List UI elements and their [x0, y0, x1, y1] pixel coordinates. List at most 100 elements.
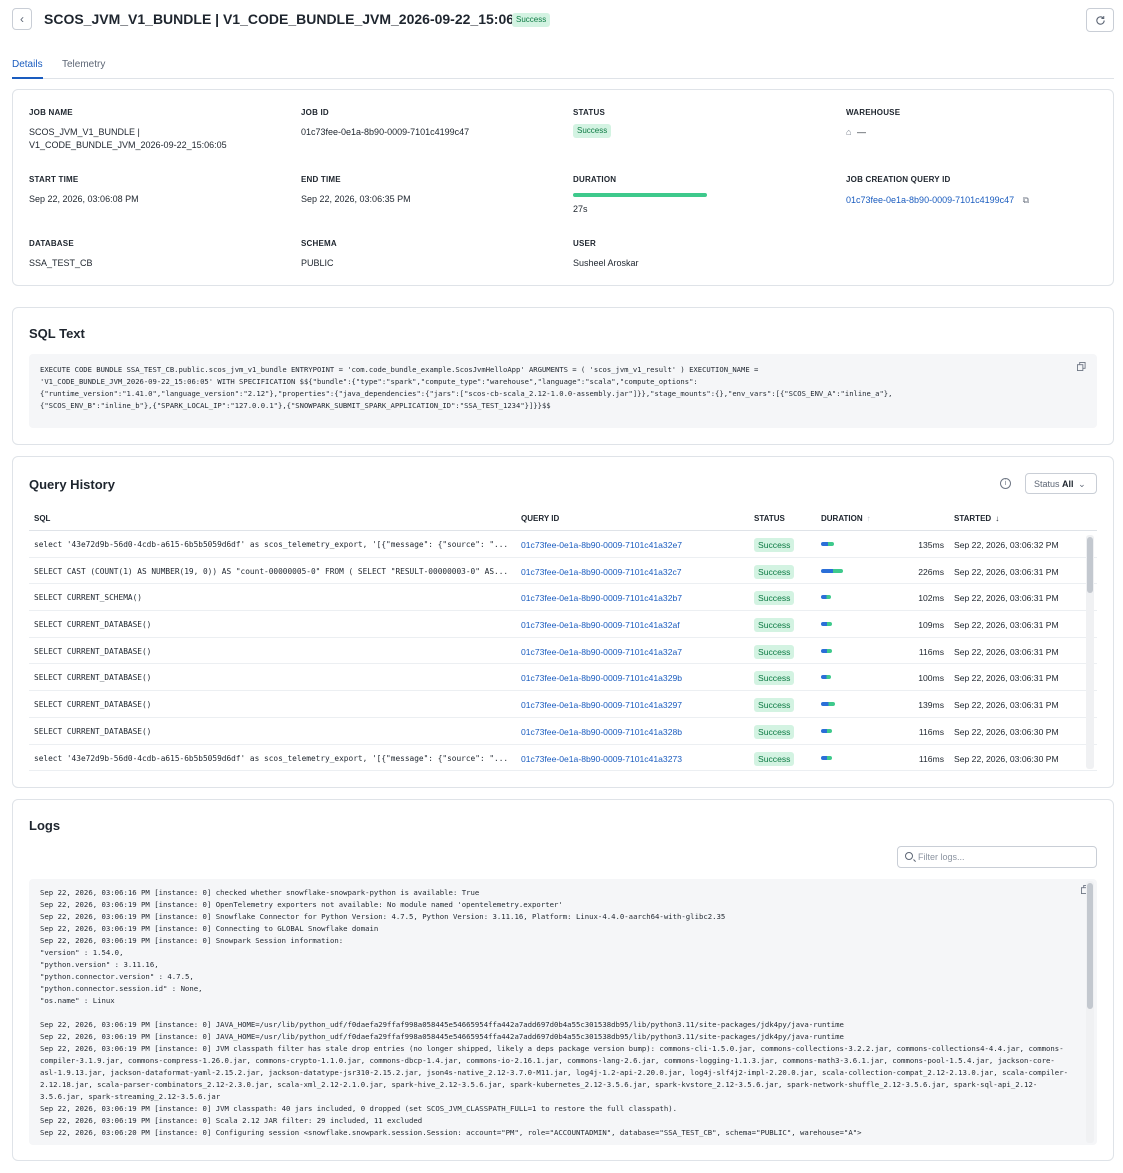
log-line: "python.connector.session.id" : None, [40, 984, 203, 993]
job-creation-query-id-row: 01c73fee-0e1a-8b90-0009-7101c4199c47 ⧉ [846, 194, 1029, 207]
sort-arrow-icon: ↓ [995, 514, 1000, 523]
sql-line: 'V1_CODE_BUNDLE_JVM_2026-09-22_15:06:05'… [40, 377, 698, 386]
row-query-id-link[interactable]: 01c73fee-0e1a-8b90-0009-7101c41a329b [521, 673, 682, 683]
row-sql: SELECT CURRENT_DATABASE() [34, 620, 152, 630]
tab-telemetry[interactable]: Telemetry [62, 59, 105, 79]
table-row[interactable]: SELECT CURRENT_DATABASE() 01c73fee-0e1a-8… [29, 718, 1097, 745]
row-query-id-link[interactable]: 01c73fee-0e1a-8b90-0009-7101c41a32b7 [521, 593, 682, 603]
row-duration: 116ms [918, 646, 944, 657]
row-status-badge: Success [754, 644, 795, 659]
sql-line: {"runtime_version":"1.41.0","language_ve… [40, 389, 893, 398]
page-title: SCOS_JVM_V1_BUNDLE | V1_CODE_BUNDLE_JVM_… [44, 11, 535, 27]
row-sql: SELECT CURRENT_DATABASE() [34, 646, 152, 656]
column-header-started[interactable]: STARTED ↓ [954, 514, 999, 523]
scrollbar[interactable] [1086, 881, 1094, 1143]
column-header-query-id[interactable]: QUERY ID [521, 514, 559, 523]
row-status-badge: Success [754, 618, 795, 633]
database-label: DATABASE [29, 239, 74, 248]
tab-bar: Details Telemetry [12, 57, 1114, 79]
log-output: Sep 22, 2026, 03:06:16 PM [instance: 0] … [29, 879, 1097, 1145]
job-name-value: SCOS_JVM_V1_BUNDLE | V1_CODE_BUNDLE_JVM_… [29, 126, 227, 152]
table-row[interactable]: SELECT CURRENT_SCHEMA() 01c73fee-0e1a-8b9… [29, 584, 1097, 612]
log-line: Sep 22, 2026, 03:06:19 PM [instance: 0] … [40, 1032, 844, 1041]
scrollbar-thumb[interactable] [1087, 883, 1093, 1009]
search-icon [905, 852, 913, 860]
table-row[interactable]: select '43e72d9b-56d0-4cdb-a615-6b5b5059… [29, 745, 1097, 772]
duration-value: 27s [573, 204, 588, 214]
refresh-button[interactable] [1086, 8, 1114, 32]
column-header-duration[interactable]: DURATION ↑ [821, 514, 871, 523]
row-status-badge: Success [754, 538, 795, 552]
tab-details[interactable]: Details [12, 59, 43, 79]
table-row[interactable]: SELECT CURRENT_DATABASE() 01c73fee-0e1a-8… [29, 638, 1097, 665]
query-history-card: Query History i Status All ⌄ SQL QUERY I… [12, 456, 1114, 788]
query-history-table: SQL QUERY ID STATUS DURATION ↑ STARTED ↓ s… [29, 507, 1097, 772]
row-duration: 116ms [918, 753, 944, 764]
row-duration-bar [821, 755, 832, 760]
job-creation-query-id-label: JOB CREATION QUERY ID [846, 175, 951, 184]
back-button[interactable]: ‹ [12, 8, 32, 30]
row-duration: 109ms [918, 620, 944, 631]
row-query-id-link[interactable]: 01c73fee-0e1a-8b90-0009-7101c41a32e7 [521, 540, 682, 550]
log-line: Sep 22, 2026, 03:06:19 PM [instance: 0] … [40, 1044, 1068, 1101]
table-row[interactable]: SELECT CURRENT_DATABASE() 01c73fee-0e1a-8… [29, 664, 1097, 692]
row-query-id-link[interactable]: 01c73fee-0e1a-8b90-0009-7101c41a32a7 [521, 647, 682, 657]
job-creation-query-id-link[interactable]: 01c73fee-0e1a-8b90-0009-7101c4199c47 [846, 195, 1014, 205]
table-header: SQL QUERY ID STATUS DURATION ↑ STARTED ↓ [29, 507, 1097, 531]
table-row[interactable]: SELECT CURRENT_DATABASE() 01c73fee-0e1a-8… [29, 611, 1097, 638]
table-row[interactable]: SELECT CAST (COUNT(1) AS NUMBER(19, 0)) … [29, 558, 1097, 585]
duration-label: DURATION [573, 175, 617, 184]
schema-label: SCHEMA [301, 239, 337, 248]
row-duration-bar [821, 648, 832, 653]
log-line: Sep 22, 2026, 03:06:19 PM [instance: 0] … [40, 1020, 844, 1029]
log-lines: Sep 22, 2026, 03:06:16 PM [instance: 0] … [40, 887, 1070, 1139]
job-name-line-2: V1_CODE_BUNDLE_JVM_2026-09-22_15:06:05 [29, 140, 227, 150]
row-query-id-link[interactable]: 01c73fee-0e1a-8b90-0009-7101c41a3297 [521, 700, 682, 710]
status-field: STATUS Success [573, 108, 612, 138]
column-header-status[interactable]: STATUS [754, 514, 785, 523]
job-id-field: JOB ID 01c73fee-0e1a-8b90-0009-7101c4199… [301, 108, 469, 139]
duration-bar [573, 193, 707, 197]
refresh-icon [1095, 15, 1105, 25]
log-line: Sep 22, 2026, 03:06:16 PM [instance: 0] … [40, 888, 480, 897]
status-badge: Success [573, 124, 612, 138]
row-duration: 116ms [918, 726, 944, 737]
copy-icon[interactable]: ⧉ [1023, 195, 1029, 205]
duration-field: DURATION 27s [573, 175, 707, 216]
database-value: SSA_TEST_CB [29, 258, 93, 268]
row-query-id-link[interactable]: 01c73fee-0e1a-8b90-0009-7101c41a3273 [521, 754, 682, 764]
end-time-value: Sep 22, 2026, 03:06:35 PM [301, 194, 411, 204]
chevron-down-icon: ⌄ [1078, 479, 1086, 489]
table-row[interactable]: select '43e72d9b-56d0-4cdb-a615-6b5b5059… [29, 531, 1097, 558]
row-query-id-link[interactable]: 01c73fee-0e1a-8b90-0009-7101c41a328b [521, 727, 682, 737]
row-duration-bar [821, 542, 834, 546]
warehouse-icon: ⌂ [846, 127, 852, 137]
row-sql: SELECT CURRENT_DATABASE() [34, 700, 152, 710]
query-history-title: Query History [29, 477, 115, 492]
start-time-field: START TIME Sep 22, 2026, 03:06:08 PM [29, 175, 139, 206]
copy-icon[interactable] [1077, 362, 1087, 372]
scrollbar[interactable] [1086, 535, 1094, 769]
logs-title: Logs [29, 818, 61, 833]
log-line: Sep 22, 2026, 03:06:19 PM [instance: 0] … [40, 936, 344, 945]
row-sql: SELECT CURRENT_SCHEMA() [34, 593, 142, 603]
job-id-label: JOB ID [301, 108, 329, 117]
table-row[interactable]: SELECT CURRENT_DATABASE() 01c73fee-0e1a-8… [29, 691, 1097, 718]
chevron-left-icon: ‹ [20, 12, 24, 26]
scrollbar-thumb[interactable] [1087, 537, 1093, 593]
log-line: Sep 22, 2026, 03:06:19 PM [instance: 0] … [40, 924, 379, 933]
row-sql: select '43e72d9b-56d0-4cdb-a615-6b5b5059… [34, 753, 509, 763]
sql-line: EXECUTE CODE BUNDLE SSA_TEST_CB.public.s… [40, 365, 759, 374]
row-duration: 100ms [918, 673, 944, 684]
row-duration-bar [821, 702, 835, 707]
row-query-id-link[interactable]: 01c73fee-0e1a-8b90-0009-7101c41a32c7 [521, 567, 682, 577]
log-filter-input[interactable]: Filter logs... [897, 846, 1097, 868]
column-header-sql[interactable]: SQL [34, 514, 50, 523]
status-filter-dropdown[interactable]: Status All ⌄ [1025, 473, 1097, 494]
row-query-id-link[interactable]: 01c73fee-0e1a-8b90-0009-7101c41a32af [521, 620, 680, 630]
row-sql: select '43e72d9b-56d0-4cdb-a615-6b5b5059… [34, 540, 509, 549]
job-name-field: JOB NAME SCOS_JVM_V1_BUNDLE | V1_CODE_BU… [29, 108, 227, 152]
end-time-label: END TIME [301, 175, 341, 184]
info-icon[interactable]: i [1000, 478, 1011, 489]
row-status-badge: Success [754, 751, 795, 766]
